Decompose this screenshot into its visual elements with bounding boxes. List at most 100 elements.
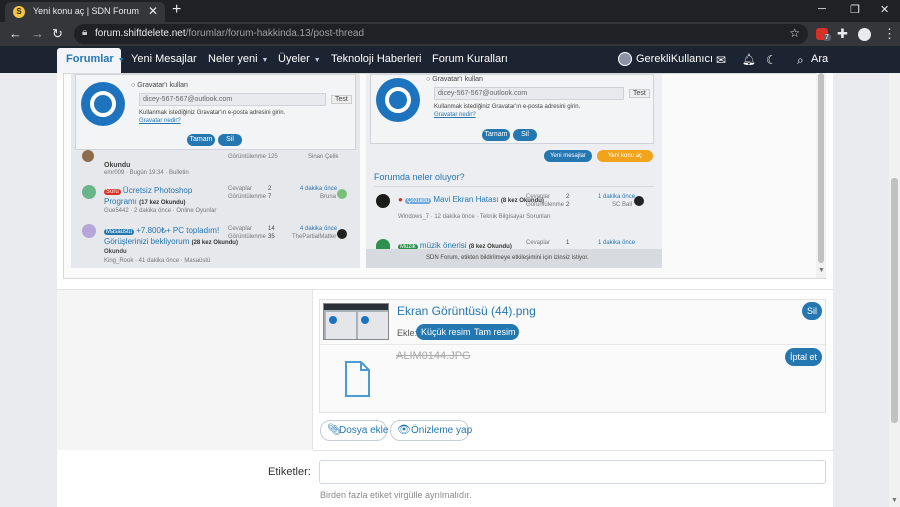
page-scroll-down-icon[interactable]: ▼ bbox=[891, 497, 898, 504]
attachment-thumbnail[interactable] bbox=[323, 303, 389, 340]
window-close-icon[interactable]: ✕ bbox=[880, 3, 889, 16]
eye-icon: 👁︎ bbox=[397, 424, 411, 436]
preview-left-row-1-c1: Cevaplar bbox=[228, 186, 253, 192]
preview-right-gravatar-logo bbox=[376, 78, 420, 122]
new-tab-button[interactable]: + bbox=[172, 1, 181, 19]
preview-right-row-1-user: SC Ball bbox=[612, 202, 633, 208]
reload-icon[interactable]: ↻ bbox=[52, 26, 63, 42]
attachment-filename[interactable]: Ekran Görüntüsü (44).png bbox=[397, 304, 536, 318]
preview-left-avatar-2 bbox=[82, 224, 96, 238]
preview-left-top-stats: Görüntülenme 125 bbox=[228, 154, 278, 160]
alerts-bell-icon[interactable]: 🔔︎ bbox=[742, 53, 756, 66]
preview-right-new-msgs: Yeni mesajlar bbox=[544, 150, 592, 162]
preview-right-footer-text: SDN Forum, etikten bildirilmeye etkileşi… bbox=[426, 255, 589, 261]
site-favicon-icon: S bbox=[13, 6, 25, 18]
preview-right-avatar-1 bbox=[376, 194, 390, 208]
preview-right-row-2-time: 1 dakika önce bbox=[598, 240, 636, 246]
nav-neler-yeni[interactable]: Neler yeni ▼ bbox=[208, 53, 268, 65]
preview-left-test: Test bbox=[331, 95, 352, 104]
extension-badge: 7 bbox=[823, 34, 831, 41]
browser-tab[interactable]: S Yeni konu aç | SDN Forum ✕ bbox=[5, 2, 165, 22]
file-placeholder-icon bbox=[343, 360, 371, 398]
address-bar[interactable]: 🔒︎ forum.shiftdelete.net/forumlar/forum-… bbox=[74, 24, 808, 44]
preview-right-row-1-c1: Cevaplar bbox=[526, 194, 551, 200]
tags-input[interactable] bbox=[319, 460, 826, 484]
minimize-icon[interactable]: ─ bbox=[818, 3, 826, 15]
preview-right-row-2-v1: 1 bbox=[566, 240, 570, 246]
preview-right-row-1-title: ● Çözüldü Mavi Ekran Hatası (8 kez Okund… bbox=[398, 195, 544, 204]
attach-files-button[interactable]: 📎︎ Dosya ekle bbox=[320, 420, 388, 441]
preview-left-row-2-title: Masaüstü +7.800₺+ PC topladım! bbox=[104, 226, 220, 235]
back-icon[interactable]: ← bbox=[9, 26, 22, 41]
preview-left-radio-label: ○ Gravatar'ı kullan bbox=[131, 82, 188, 89]
preview-left-hint: Kullanmak istediğiniz Gravatar'ın e-post… bbox=[139, 110, 286, 116]
tab-title: Yeni konu aç | SDN Forum bbox=[33, 6, 140, 16]
preview-left-top-meta: emr009 · Bugün 19:34 · Bulletin bbox=[104, 170, 189, 176]
restore-icon[interactable]: ❐ bbox=[850, 3, 860, 16]
preview-left-row-2-v1: 14 bbox=[268, 226, 275, 232]
nav-uyeler[interactable]: Üyeler ▼ bbox=[278, 53, 321, 65]
attachment-divider bbox=[320, 344, 825, 345]
preview-left-top-okundu: Okundu bbox=[104, 162, 131, 169]
nav-forumlar[interactable]: Forumlar ▼ bbox=[66, 53, 125, 65]
profile-avatar-icon[interactable] bbox=[858, 28, 871, 41]
preview-left-gravatar-logo bbox=[81, 82, 125, 126]
preview-right-avatar-2 bbox=[376, 239, 390, 249]
paperclip-icon: 📎︎ bbox=[327, 424, 341, 436]
attachment-insert-label: Ekle: bbox=[397, 328, 418, 338]
nav-search[interactable]: Ara bbox=[811, 53, 828, 65]
browser-tab-bar: S Yeni konu aç | SDN Forum ✕ + ─ ❐ ✕ bbox=[0, 0, 900, 22]
tab-close-icon[interactable]: ✕ bbox=[148, 4, 158, 18]
tags-hint: Birden fazla etiket virgülle ayrılmalıdı… bbox=[320, 490, 472, 500]
preview-left-ok: Tamam bbox=[187, 134, 215, 146]
inbox-icon[interactable]: ✉ bbox=[716, 53, 726, 67]
preview-left-link: Gravatar nedir? bbox=[139, 118, 181, 124]
bookmark-star-icon[interactable]: ☆ bbox=[789, 26, 800, 40]
nav-teknoloji-haberleri[interactable]: Teknoloji Haberleri bbox=[331, 53, 422, 65]
preview-right-delete: Sil bbox=[513, 129, 537, 141]
preview-left-row-1-avatar bbox=[337, 189, 347, 199]
preview-right-email-text: dicey-567-567@outlook.com bbox=[438, 90, 528, 97]
extensions-puzzle-icon[interactable]: ✚ bbox=[837, 26, 848, 42]
cancel-upload-button[interactable]: İptal et bbox=[785, 348, 822, 366]
forward-icon[interactable]: → bbox=[31, 26, 44, 41]
preview-left-row-1-time: 4 dakika önce bbox=[300, 186, 338, 192]
preview-left-row-1-v1: 2 bbox=[268, 186, 272, 192]
preview-left-row-2-user: ThePartialMatter bbox=[292, 234, 337, 240]
preview-right-row-1-v2: 2 bbox=[566, 202, 570, 208]
dark-mode-moon-icon[interactable]: ☾ bbox=[766, 53, 777, 67]
page-scrollbar[interactable] bbox=[889, 73, 900, 507]
preview-left-row-2-okundu: Okundu bbox=[104, 249, 127, 255]
preview-right-row-1-time: 1 dakika önce bbox=[598, 194, 636, 200]
preview-left-row-1-title2: Programı (17 kez Okundu) bbox=[104, 197, 186, 206]
search-icon[interactable]: ⌕ bbox=[797, 53, 804, 68]
preview-left-row-2-v2: 35 bbox=[268, 234, 275, 240]
preview-right-radio-label: ○ Gravatar'ı kullan bbox=[426, 76, 483, 83]
lock-icon: 🔒︎ bbox=[82, 27, 88, 38]
insert-full-image-button[interactable]: Tam resim bbox=[474, 327, 516, 337]
insert-thumbnail-button[interactable]: Küçük resim bbox=[421, 327, 471, 337]
preview-right-row-1-v1: 2 bbox=[566, 194, 570, 200]
preview-right-row-1-meta: Windows_7 · 12 dakika önce · Teknik Bilg… bbox=[398, 214, 551, 220]
preview-left-row-1-c2: Görüntülenme bbox=[228, 194, 267, 200]
browser-menu-icon[interactable]: ⋮ bbox=[883, 26, 896, 42]
preview-right-hint: Kullanmak istediğiniz Gravatar'ın e-post… bbox=[434, 104, 581, 110]
tags-label: Etiketler: bbox=[268, 466, 311, 478]
preview-left-avatar-1 bbox=[82, 185, 96, 199]
preview-scroll-down-icon[interactable]: ▼ bbox=[818, 267, 825, 274]
preview-right-test: Test bbox=[629, 89, 650, 98]
user-avatar[interactable] bbox=[618, 52, 632, 66]
preview-scrollbar[interactable] bbox=[816, 73, 826, 278]
nav-forum-kurallari[interactable]: Forum Kuralları bbox=[432, 53, 508, 65]
attachment-delete-button[interactable]: Sil bbox=[802, 302, 822, 320]
preview-right-new-post: Yeni konu aç bbox=[597, 150, 653, 162]
url-text: forum.shiftdelete.net/forumlar/forum-hak… bbox=[95, 28, 365, 39]
preview-button[interactable]: 👁︎ Önizleme yap bbox=[390, 420, 472, 441]
nav-user-name[interactable]: GerekliKullanıcı bbox=[636, 53, 713, 65]
browser-toolbar: ← → ↻ 🔒︎ forum.shiftdelete.net/forumlar/… bbox=[0, 22, 900, 46]
form-label-column bbox=[57, 290, 313, 450]
uploading-filename: ALIM0144.JPG bbox=[396, 350, 471, 362]
nav-yeni-mesajlar[interactable]: Yeni Mesajlar bbox=[131, 53, 197, 65]
preview-right-ok: Tamam bbox=[482, 129, 510, 141]
preview-left-row-1-title: Soru Ücretsiz Photoshop bbox=[104, 186, 193, 195]
